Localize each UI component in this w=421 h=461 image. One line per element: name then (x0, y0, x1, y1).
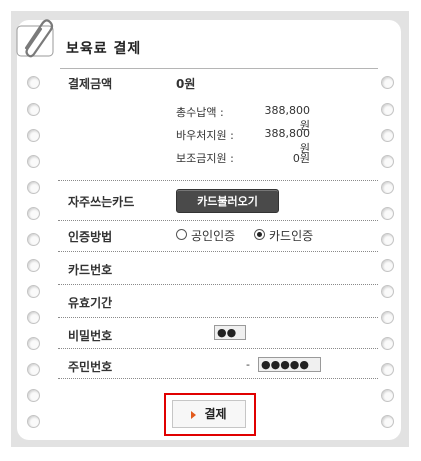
binder-hole (27, 311, 40, 324)
binder-hole (381, 155, 394, 168)
page-title: 보육료 결제 (66, 41, 142, 57)
binder-hole (27, 363, 40, 376)
binder-hole (27, 155, 40, 168)
pay-button-label: 결제 (204, 407, 227, 421)
arrow-right-icon (191, 410, 197, 419)
payment-amount-label: 결제금액 (68, 77, 113, 91)
row-divider (58, 251, 378, 252)
binder-hole (381, 76, 394, 89)
auth-option-certificate-label[interactable]: 공인인증 (191, 227, 235, 244)
paperclip-icon (16, 19, 54, 58)
title-divider (60, 68, 378, 69)
binder-hole (381, 103, 394, 116)
binder-hole (27, 285, 40, 298)
binder-hole (27, 389, 40, 402)
row-divider (58, 317, 378, 318)
card-number-label: 카드번호 (68, 263, 113, 277)
auth-radio-card[interactable] (254, 229, 265, 240)
subsidy-support-label: 보조금지원 : (176, 152, 234, 165)
binder-hole (381, 207, 394, 220)
row-divider (58, 348, 378, 349)
row-divider (58, 378, 378, 379)
auth-radio-certificate[interactable] (176, 229, 187, 240)
binder-hole (27, 129, 40, 142)
binder-hole (27, 76, 40, 89)
row-divider (58, 180, 378, 181)
auth-option-card-label[interactable]: 카드인증 (269, 227, 313, 244)
binder-hole (381, 415, 394, 428)
binder-hole (27, 103, 40, 116)
resident-number-separator: - (246, 358, 250, 371)
row-divider (58, 220, 378, 221)
resident-number-input[interactable]: ●●●●● (258, 357, 321, 372)
password-label: 비밀번호 (68, 329, 113, 343)
password-input[interactable]: ●● (214, 325, 246, 340)
binder-hole (27, 207, 40, 220)
binder-hole (381, 337, 394, 350)
resident-number-label: 주민번호 (68, 360, 113, 374)
binder-hole (27, 415, 40, 428)
binder-hole (27, 181, 40, 194)
binder-hole (27, 259, 40, 272)
subsidy-support-value: 0원 (292, 152, 310, 165)
voucher-support-label: 바우처지원 : (176, 129, 234, 142)
load-card-button[interactable]: 카드불러오기 (176, 189, 279, 213)
pay-button[interactable]: 결제 (172, 400, 246, 428)
binder-hole (381, 259, 394, 272)
binder-hole (381, 311, 394, 324)
expiry-label: 유효기간 (68, 296, 113, 310)
binder-hole (381, 129, 394, 142)
binder-hole (381, 181, 394, 194)
row-divider (58, 284, 378, 285)
binder-hole (381, 389, 394, 402)
auth-method-label: 인증방법 (68, 230, 113, 244)
binder-hole (381, 233, 394, 246)
binder-hole (27, 337, 40, 350)
total-received-label: 총수납액 : (176, 106, 224, 119)
favorite-card-label: 자주쓰는카드 (68, 195, 135, 209)
binder-hole (381, 363, 394, 376)
binder-hole (27, 233, 40, 246)
binder-hole (381, 285, 394, 298)
payment-amount-value: 0원 (176, 77, 196, 91)
